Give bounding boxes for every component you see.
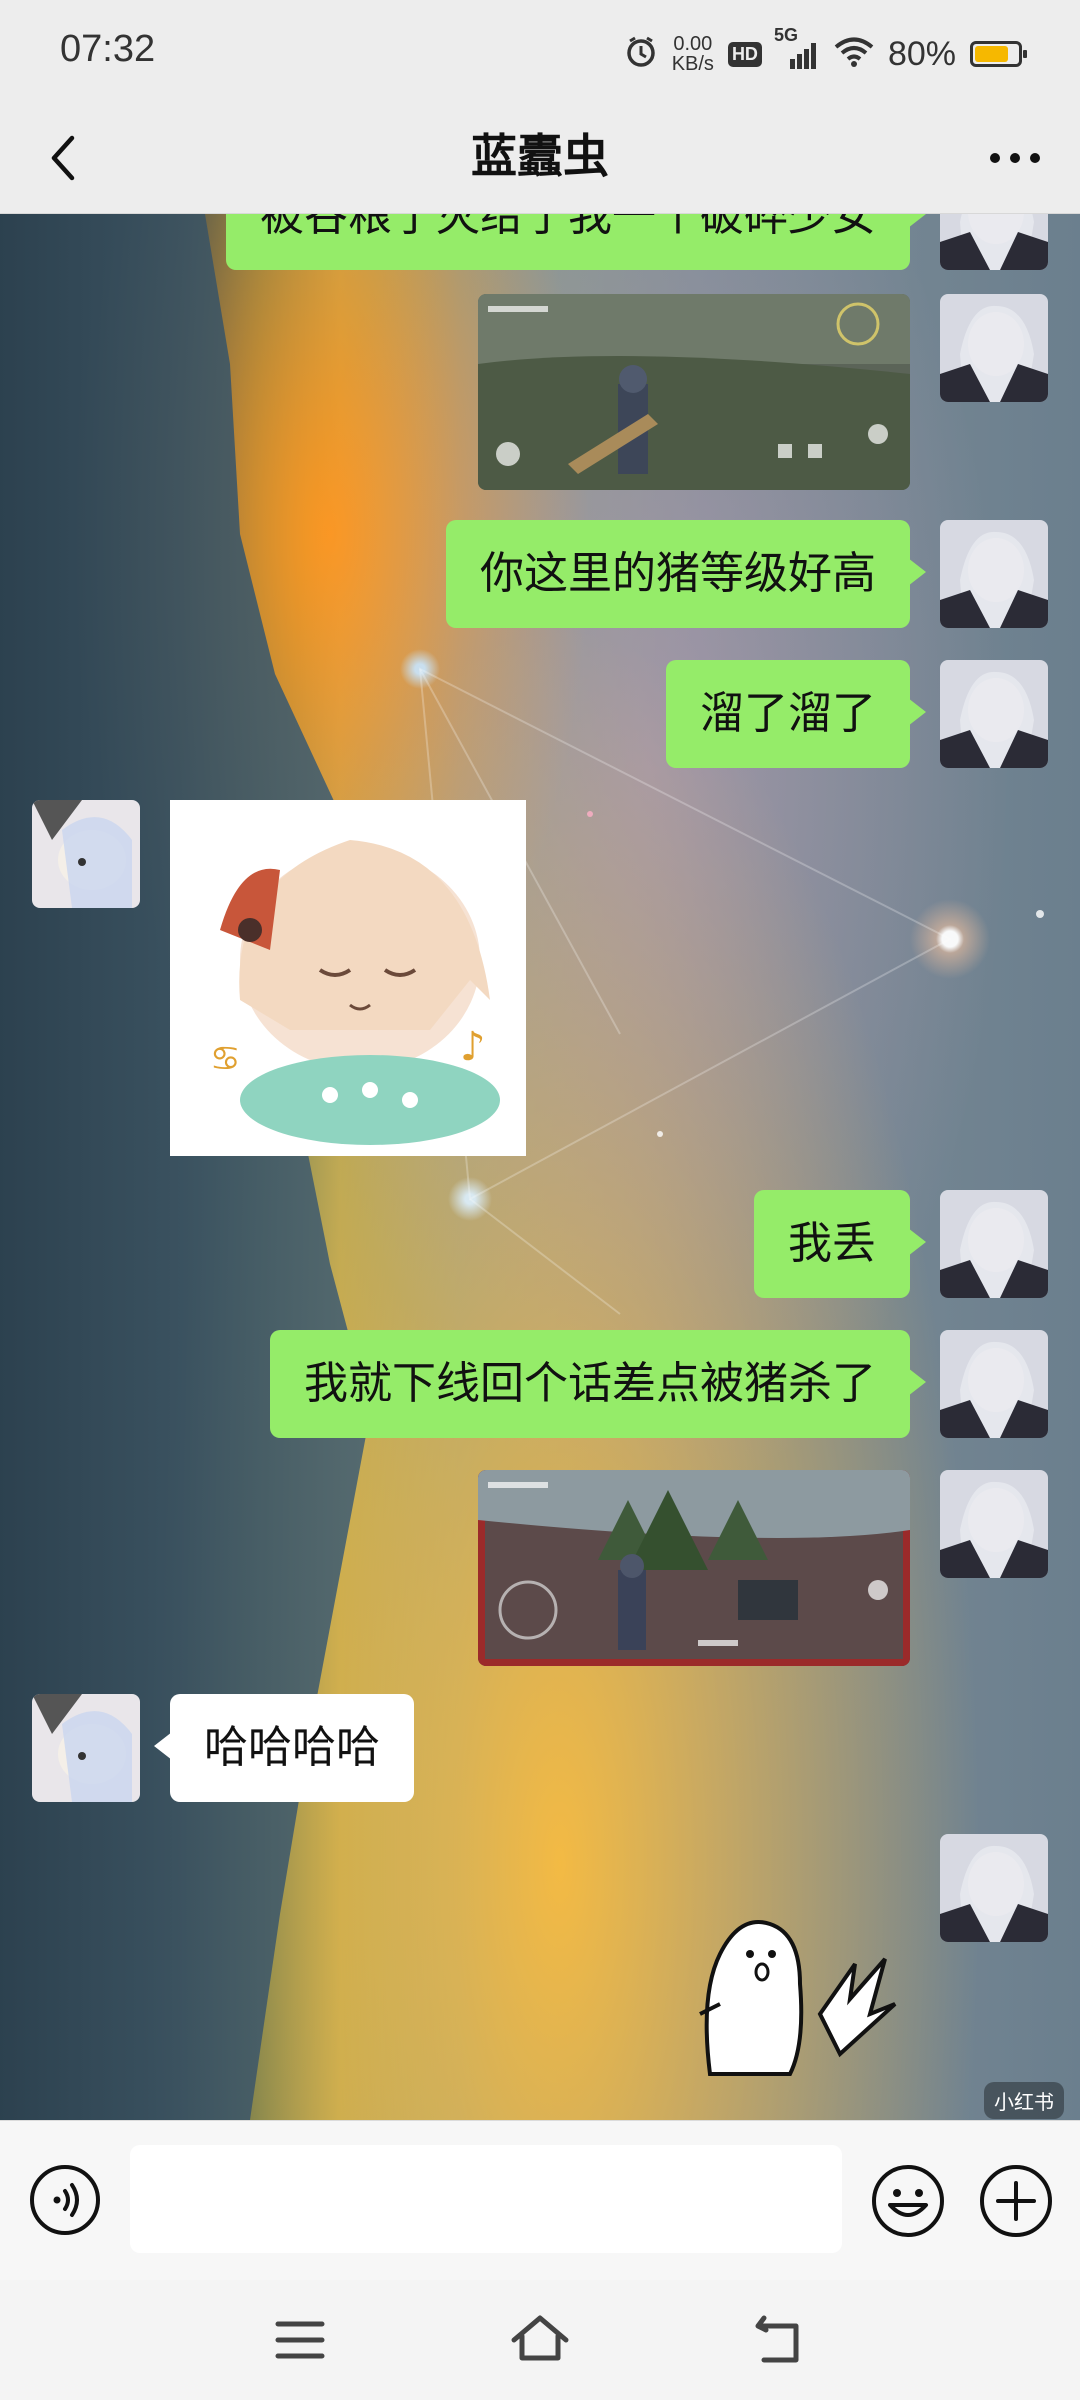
- battery-percent: 80%: [887, 34, 956, 73]
- message-bubble[interactable]: 我就下线回个话差点被猪杀了: [270, 1330, 926, 1438]
- message-row: 我丢: [0, 1190, 1080, 1298]
- avatar[interactable]: [32, 1694, 140, 1802]
- chat-header: 蓝蠹虫: [0, 100, 1080, 214]
- nav-menu-button[interactable]: [270, 2310, 330, 2370]
- input-bar: [0, 2120, 1080, 2280]
- message-row: [0, 1470, 1080, 1666]
- svg-text:♋: ♋: [210, 1039, 240, 1079]
- nav-back-button[interactable]: [750, 2310, 810, 2370]
- back-icon: [755, 2315, 799, 2363]
- message-row: [0, 1834, 1080, 2094]
- signal-icon: 5G: [774, 25, 820, 71]
- avatar[interactable]: [940, 1190, 1048, 1298]
- emoji-icon: [872, 2165, 944, 2237]
- battery-icon: [970, 41, 1027, 67]
- avatar[interactable]: [940, 1834, 1048, 1942]
- watermark: 小红书: [984, 2082, 1064, 2119]
- chat-message-list[interactable]: 被谷粮了灭给了我一个破碎少女 你这里的猪等级好高 溜了溜了 ♪ ♋ 我丢 我就下线…: [0, 214, 1080, 2120]
- battery-fill: [975, 46, 1008, 62]
- blob-sticker-image[interactable]: [680, 1904, 910, 2084]
- plus-icon: [980, 2165, 1052, 2237]
- status-time: 07:32: [60, 28, 156, 70]
- avatar[interactable]: [940, 660, 1048, 768]
- message-row: 我就下线回个话差点被猪杀了: [0, 1330, 1080, 1438]
- voice-icon: [30, 2165, 100, 2235]
- more-dots-icon: [990, 153, 1040, 163]
- status-bar: 07:32 0.00 KB/s HD 5G 80%: [0, 0, 1080, 100]
- hd-icon: HD: [727, 41, 762, 67]
- message-row: [0, 294, 1080, 490]
- avatar[interactable]: [940, 214, 1048, 270]
- avatar[interactable]: [32, 800, 140, 908]
- message-row: 你这里的猪等级好高: [0, 520, 1080, 628]
- avatar[interactable]: [940, 1330, 1048, 1438]
- message-bubble[interactable]: 溜了溜了: [666, 660, 926, 768]
- network-type: 5G: [773, 25, 798, 45]
- message-row: 被谷粮了灭给了我一个破碎少女: [0, 214, 1080, 270]
- wifi-icon: [834, 36, 874, 73]
- system-nav-bar: [0, 2280, 1080, 2400]
- status-icons: 0.00 KB/s HD 5G 80%: [624, 25, 1027, 82]
- message-input[interactable]: [130, 2145, 842, 2253]
- nav-home-button[interactable]: [510, 2310, 570, 2370]
- page-title: 蓝蠹虫: [471, 130, 609, 182]
- net-speed: 0.00 KB/s: [672, 34, 714, 74]
- anime-sticker-image[interactable]: ♪ ♋: [170, 800, 526, 1156]
- menu-icon: [275, 2321, 325, 2359]
- net-speed-value: 0.00: [673, 33, 713, 55]
- avatar[interactable]: [940, 294, 1048, 402]
- alarm-icon: [624, 35, 658, 74]
- more-functions-button[interactable]: [978, 2163, 1054, 2239]
- more-options-button[interactable]: [980, 130, 1050, 186]
- message-row: ♪ ♋: [0, 800, 1080, 1156]
- emoji-button[interactable]: [870, 2163, 946, 2239]
- message-bubble[interactable]: 哈哈哈哈: [154, 1694, 414, 1802]
- message-bubble[interactable]: 被谷粮了灭给了我一个破碎少女: [226, 214, 926, 270]
- game-screenshot-image[interactable]: [478, 1470, 910, 1666]
- avatar[interactable]: [940, 1470, 1048, 1578]
- svg-text:♪: ♪: [460, 1024, 486, 1070]
- game-screenshot-image[interactable]: [478, 294, 910, 490]
- message-bubble[interactable]: 你这里的猪等级好高: [446, 520, 926, 628]
- message-row: 溜了溜了: [0, 660, 1080, 768]
- net-speed-unit: KB/s: [671, 53, 714, 75]
- home-icon: [511, 2315, 569, 2361]
- avatar[interactable]: [940, 520, 1048, 628]
- voice-button[interactable]: [28, 2163, 102, 2237]
- message-bubble[interactable]: 我丢: [754, 1190, 926, 1298]
- message-row: 哈哈哈哈: [0, 1694, 1080, 1802]
